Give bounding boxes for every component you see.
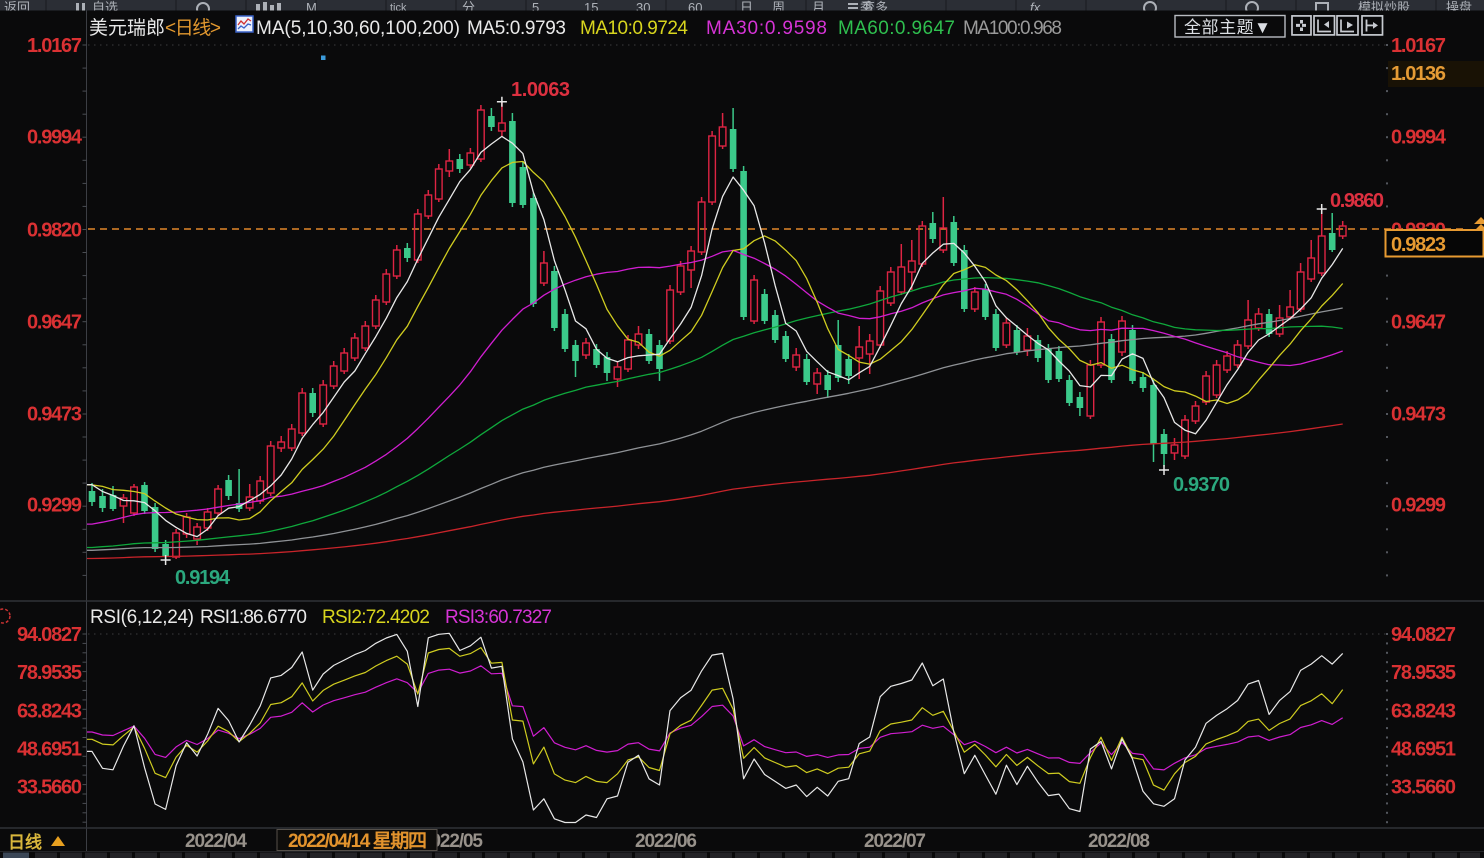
svg-text:0.9473: 0.9473 <box>27 404 82 426</box>
svg-text:2022/06: 2022/06 <box>635 831 697 852</box>
svg-text:MA5:0.9793: MA5:0.9793 <box>467 18 566 39</box>
svg-text:MA10:0.9724: MA10:0.9724 <box>580 18 688 39</box>
svg-text:0.9299: 0.9299 <box>1391 495 1446 517</box>
svg-text:RSI1:86.6770: RSI1:86.6770 <box>200 607 307 628</box>
svg-text:2022/04/14 星期四: 2022/04/14 星期四 <box>288 830 427 852</box>
svg-text:MA(5,10,30,60,100,200): MA(5,10,30,60,100,200) <box>256 18 460 39</box>
svg-text:94.0827: 94.0827 <box>17 624 82 646</box>
svg-text:RSI2:72.4202: RSI2:72.4202 <box>322 607 430 628</box>
svg-text:美元瑞郎: 美元瑞郎 <box>89 17 165 39</box>
svg-text:0.9994: 0.9994 <box>1391 127 1447 149</box>
svg-text:63.8243: 63.8243 <box>1391 700 1456 722</box>
svg-text:日线: 日线 <box>8 832 42 852</box>
svg-text:2022/08: 2022/08 <box>1088 831 1150 852</box>
svg-text:63.8243: 63.8243 <box>17 700 82 722</box>
svg-text:0.9860: 0.9860 <box>1330 190 1384 212</box>
svg-text:<日线>: <日线> <box>165 17 221 39</box>
svg-text:48.6951: 48.6951 <box>1391 738 1456 760</box>
svg-text:78.9535: 78.9535 <box>17 662 82 684</box>
svg-text:0.9299: 0.9299 <box>27 495 82 517</box>
svg-text:2022/07: 2022/07 <box>864 831 926 852</box>
svg-text:0.9370: 0.9370 <box>1173 474 1230 496</box>
svg-text:1.0063: 1.0063 <box>511 79 570 101</box>
svg-text:33.5660: 33.5660 <box>17 776 82 798</box>
svg-text:RSI(6,12,24): RSI(6,12,24) <box>90 607 194 628</box>
svg-text:33.5660: 33.5660 <box>1391 776 1456 798</box>
svg-text:RSI3:60.7327: RSI3:60.7327 <box>445 607 552 628</box>
svg-text:48.6951: 48.6951 <box>17 738 82 760</box>
svg-text:0.9647: 0.9647 <box>27 312 82 334</box>
svg-text:94.0827: 94.0827 <box>1391 624 1456 646</box>
svg-text:78.9535: 78.9535 <box>1391 662 1456 684</box>
svg-text:0.9994: 0.9994 <box>27 127 83 149</box>
svg-text:0.9820: 0.9820 <box>27 219 82 241</box>
svg-text:MA100:0.968: MA100:0.968 <box>963 18 1062 39</box>
svg-text:MA30:0.9598: MA30:0.9598 <box>706 18 827 39</box>
svg-text:1.0167: 1.0167 <box>27 35 82 57</box>
svg-text:MA60:0.9647: MA60:0.9647 <box>838 18 955 39</box>
svg-text:0.9473: 0.9473 <box>1391 404 1446 426</box>
svg-text:2022/04: 2022/04 <box>185 831 247 852</box>
svg-text:0.9823: 0.9823 <box>1391 234 1446 256</box>
svg-text:1.0136: 1.0136 <box>1391 63 1446 85</box>
svg-text:1.0167: 1.0167 <box>1391 35 1446 57</box>
svg-text:0.9194: 0.9194 <box>175 567 231 589</box>
svg-text:0.9647: 0.9647 <box>1391 312 1446 334</box>
svg-text:全部主题▼: 全部主题▼ <box>1184 18 1271 37</box>
